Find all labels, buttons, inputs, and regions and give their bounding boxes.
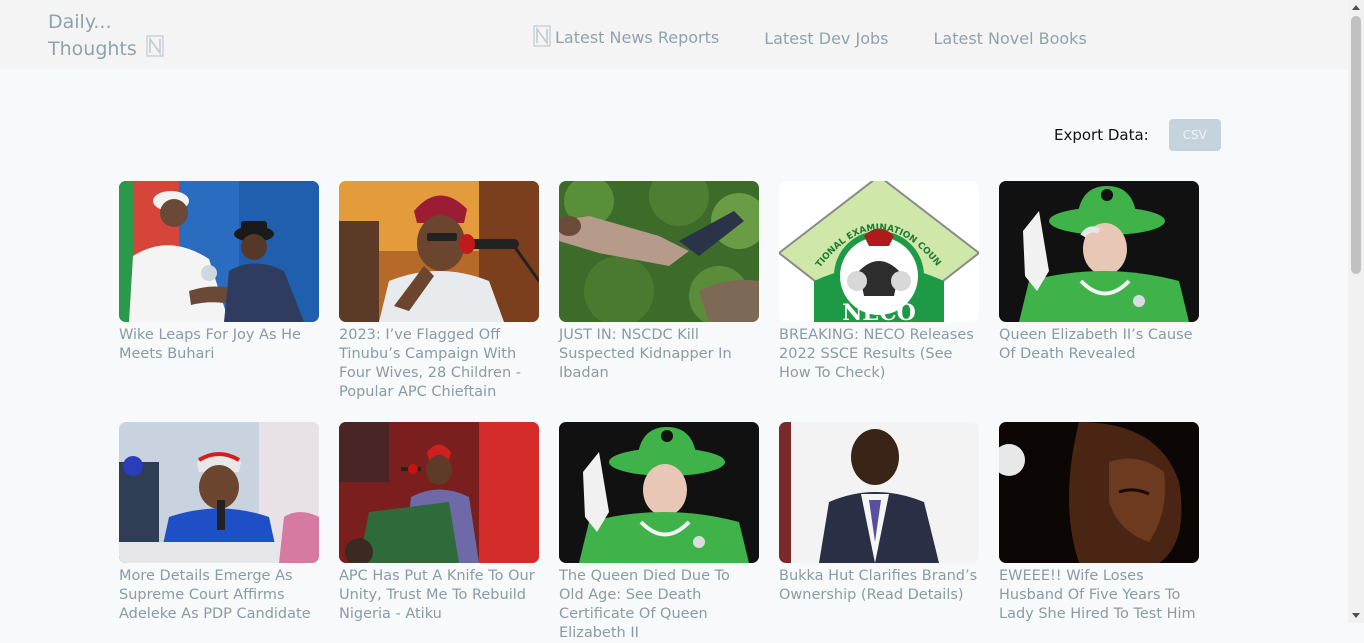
scrollbar-thumb[interactable] (1351, 16, 1361, 274)
nav-link-dev-jobs[interactable]: Latest Dev Jobs (764, 28, 888, 50)
article-thumbnail[interactable] (119, 181, 319, 322)
article-thumbnail[interactable] (119, 422, 319, 563)
n-logo-icon (146, 35, 164, 64)
brand-line1: Daily... (48, 11, 112, 33)
article-title[interactable]: EWEEE!! Wife Loses Husband Of Five Years… (999, 567, 1199, 624)
scroll-up-arrow-icon[interactable] (1352, 5, 1360, 10)
article-thumbnail[interactable] (339, 422, 539, 563)
article-thumbnail[interactable] (559, 181, 759, 322)
article-title[interactable]: The Queen Died Due To Old Age: See Death… (559, 567, 759, 643)
nav-link-news[interactable]: Latest News Reports (533, 25, 719, 53)
article-card[interactable]: More Details Emerge As Supreme Court Aff… (119, 422, 319, 624)
csv-export-button[interactable]: CSV (1168, 119, 1221, 151)
export-label: Export Data: (1054, 126, 1149, 144)
nav-links: Latest News Reports Latest Dev Jobs Late… (533, 25, 1132, 53)
article-title[interactable]: Wike Leaps For Joy As He Meets Buhari (119, 326, 319, 364)
brand-line2: Thoughts (48, 38, 137, 60)
article-title[interactable]: Bukka Hut Clarifies Brand’s Ownership (R… (779, 567, 979, 605)
article-title[interactable]: APC Has Put A Knife To Our Unity, Trust … (339, 567, 539, 624)
nav-link-novel-books[interactable]: Latest Novel Books (933, 28, 1086, 50)
n-logo-icon (533, 25, 551, 53)
article-thumbnail[interactable] (999, 422, 1199, 563)
article-card[interactable]: The Queen Died Due To Old Age: See Death… (559, 422, 759, 643)
article-thumbnail[interactable] (559, 422, 759, 563)
article-title[interactable]: 2023: I’ve Flagged Off Tinubu’s Campaign… (339, 326, 539, 402)
article-card[interactable]: JUST IN: NSCDC Kill Suspected Kidnapper … (559, 181, 759, 383)
brand-logo[interactable]: Daily... Thoughts (48, 9, 164, 64)
article-card[interactable]: Wike Leaps For Joy As He Meets Buhari (119, 181, 319, 364)
article-thumbnail[interactable] (779, 422, 979, 563)
article-card[interactable]: Queen Elizabeth II’s Cause Of Death Reve… (999, 181, 1199, 364)
vertical-scrollbar[interactable] (1348, 0, 1364, 623)
article-thumbnail[interactable] (339, 181, 539, 322)
article-card[interactable]: EWEEE!! Wife Loses Husband Of Five Years… (999, 422, 1199, 624)
article-card[interactable]: APC Has Put A Knife To Our Unity, Trust … (339, 422, 539, 624)
article-title[interactable]: More Details Emerge As Supreme Court Aff… (119, 567, 319, 624)
scroll-down-arrow-icon[interactable] (1352, 613, 1360, 618)
article-card[interactable]: NECO NATIONAL EXAMINATION COUNCIL BREAKI… (779, 181, 979, 383)
top-navbar: Daily... Thoughts Latest News Reports La… (0, 0, 1348, 69)
article-thumbnail[interactable]: NECO NATIONAL EXAMINATION COUNCIL (779, 181, 979, 322)
article-title[interactable]: BREAKING: NECO Releases 2022 SSCE Result… (779, 326, 979, 383)
article-thumbnail[interactable] (999, 181, 1199, 322)
article-title[interactable]: JUST IN: NSCDC Kill Suspected Kidnapper … (559, 326, 759, 383)
article-title[interactable]: Queen Elizabeth II’s Cause Of Death Reve… (999, 326, 1199, 364)
export-bar: Export Data: CSV (1054, 119, 1221, 151)
article-card[interactable]: Bukka Hut Clarifies Brand’s Ownership (R… (779, 422, 979, 605)
article-card[interactable]: 2023: I’ve Flagged Off Tinubu’s Campaign… (339, 181, 539, 402)
svg-text:NECO: NECO (842, 300, 916, 322)
nav-link-news-label: Latest News Reports (555, 28, 720, 47)
